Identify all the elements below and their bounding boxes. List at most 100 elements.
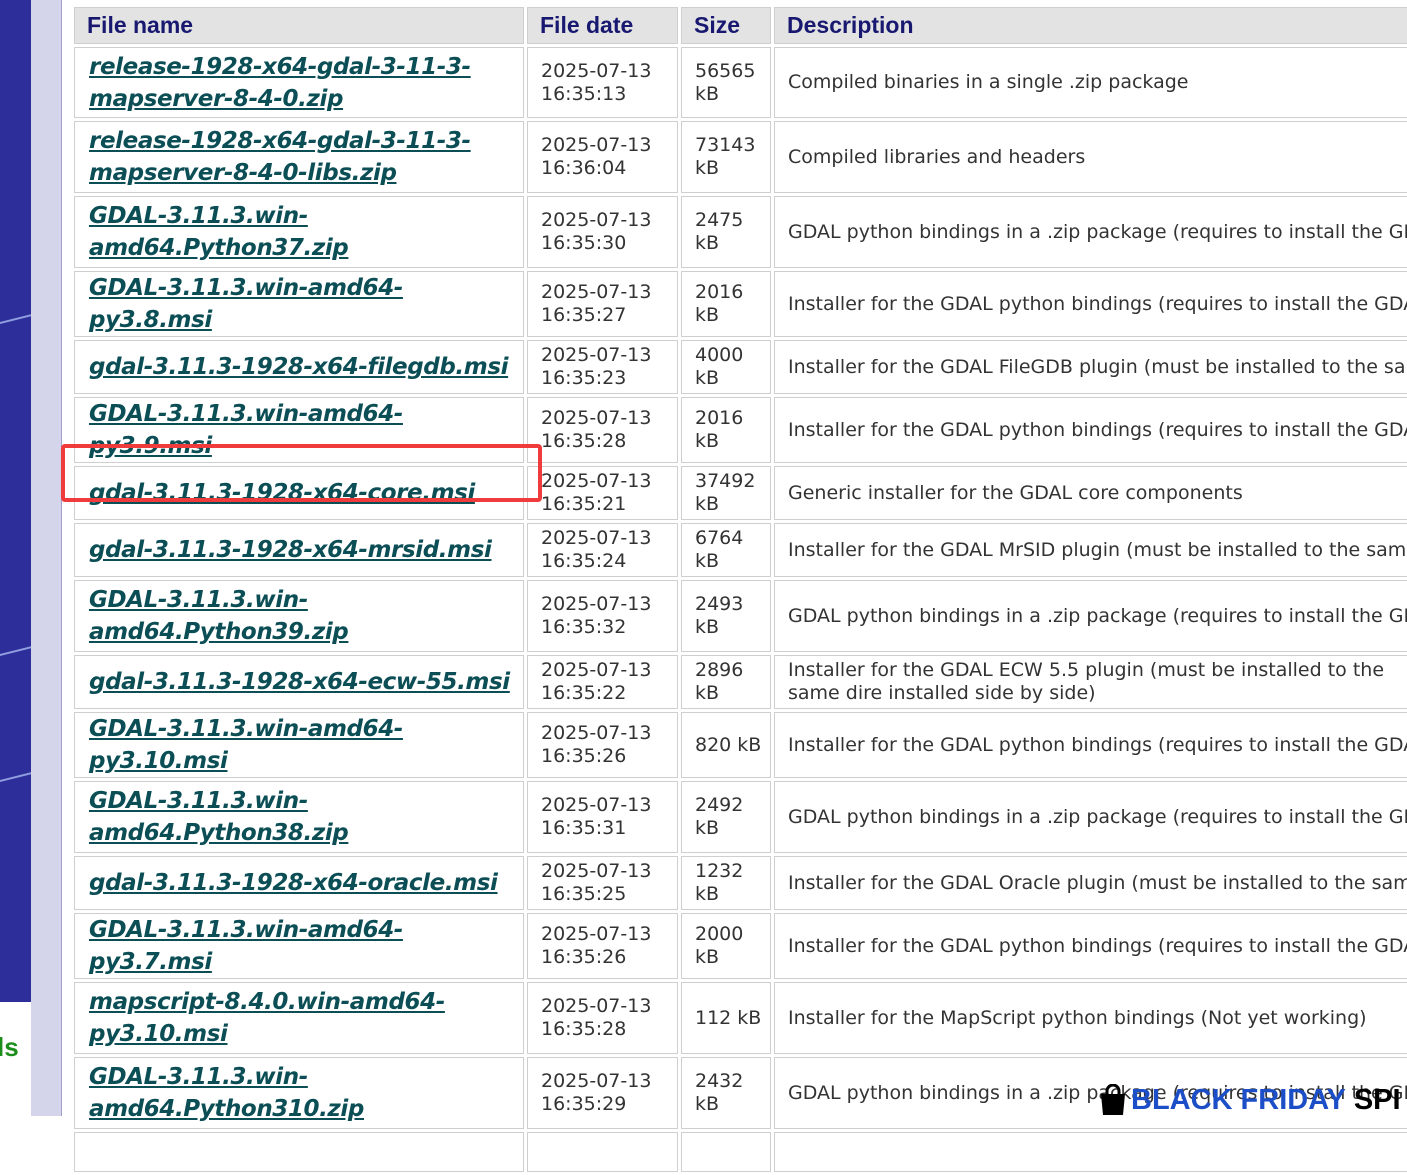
table-row: GDAL-3.11.3.win-amd64.Python39.zip 2025-0… xyxy=(74,580,1407,652)
file-size-cell: 2493 kB xyxy=(681,580,771,652)
left-sidebar-lower: ls xyxy=(0,1002,31,1116)
file-size-cell: 820 kB xyxy=(681,712,771,778)
file-date-cell: 2025-07-13 16:35:23 xyxy=(527,340,678,394)
file-download-link[interactable]: gdal-3.11.3-1928-x64-mrsid.msi xyxy=(89,534,523,566)
file-size-cell: 56565 kB xyxy=(681,47,771,118)
file-size-cell: 37492 kB xyxy=(681,466,771,520)
file-description-cell: GDAL python bindings in a .zip package (… xyxy=(774,196,1407,268)
table-row: gdal-3.11.3-1928-x64-ecw-55.msi 2025-07-1… xyxy=(74,655,1407,709)
file-date-cell: 2025-07-13 16:35:22 xyxy=(527,655,678,709)
file-name-cell: GDAL-3.11.3.win-amd64.Python37.zip xyxy=(74,196,524,268)
file-description-cell: Installer for the GDAL MrSID plugin (mus… xyxy=(774,523,1407,577)
file-description-cell: Installer for the MapScript python bindi… xyxy=(774,982,1407,1054)
file-download-link[interactable]: mapscript-8.4.0.win-amd64-py3.10.msi xyxy=(89,986,523,1050)
file-date-cell: 2025-07-13 16:35:29 xyxy=(527,1057,678,1129)
file-description-cell: Installer for the GDAL python bindings (… xyxy=(774,271,1407,337)
file-name-cell: mapscript-8.4.0.win-amd64-py3.10.msi xyxy=(74,982,524,1054)
file-date-cell: 2025-07-13 16:35:13 xyxy=(527,47,678,118)
file-name-cell: gdal-3.11.3-1928-x64-mrsid.msi xyxy=(74,523,524,577)
header-file-date[interactable]: File date xyxy=(527,7,678,44)
table-row: GDAL-3.11.3.win-amd64-py3.7.msi 2025-07-1… xyxy=(74,913,1407,979)
file-name-cell: gdal-3.11.3-1928-x64-core.msi xyxy=(74,466,524,520)
file-description-cell: Installer for the GDAL python bindings (… xyxy=(774,913,1407,979)
file-date-cell: 2025-07-13 16:35:28 xyxy=(527,397,678,463)
file-download-link[interactable]: GDAL-3.11.3.win-amd64.Python38.zip xyxy=(89,785,523,849)
header-file-name[interactable]: File name xyxy=(74,7,524,44)
shopping-bag-icon xyxy=(1099,1083,1127,1124)
file-download-link[interactable]: GDAL-3.11.3.win-amd64.Python310.zip xyxy=(89,1061,523,1125)
table-row: GDAL-3.11.3.win-amd64-py3.8.msi 2025-07-1… xyxy=(74,271,1407,337)
table-row: release-1928-x64-gdal-3-11-3-mapserver-8… xyxy=(74,121,1407,193)
file-date-cell: 2025-07-13 16:35:24 xyxy=(527,523,678,577)
file-name-cell: GDAL-3.11.3.win-amd64-py3.7.msi xyxy=(74,913,524,979)
file-description-cell: GDAL python bindings in a .zip package (… xyxy=(774,580,1407,652)
table-row: GDAL-3.11.3.win-amd64-py3.9.msi 2025-07-1… xyxy=(74,397,1407,463)
file-description-cell: Installer for the GDAL python bindings (… xyxy=(774,712,1407,778)
file-download-link[interactable]: gdal-3.11.3-1928-x64-ecw-55.msi xyxy=(89,666,523,698)
file-date-cell: 2025-07-13 16:35:26 xyxy=(527,913,678,979)
file-date-cell: 2025-07-13 16:35:31 xyxy=(527,781,678,853)
file-download-link[interactable]: gdal-3.11.3-1928-x64-core.msi xyxy=(89,477,523,509)
table-row: gdal-3.11.3-1928-x64-oracle.msi 2025-07-1… xyxy=(74,856,1407,910)
file-date-cell: 2025-07-13 16:35:21 xyxy=(527,466,678,520)
table-row: gdal-3.11.3-1928-x64-mrsid.msi 2025-07-13… xyxy=(74,523,1407,577)
file-download-link[interactable]: GDAL-3.11.3.win-amd64-py3.7.msi xyxy=(89,914,523,978)
file-description-cell: Installer for the GDAL Oracle plugin (mu… xyxy=(774,856,1407,910)
file-name-cell: GDAL-3.11.3.win-amd64.Python38.zip xyxy=(74,781,524,853)
file-date-cell: 2025-07-13 16:35:30 xyxy=(527,196,678,268)
file-size-cell: 2000 kB xyxy=(681,913,771,979)
file-name-cell: gdal-3.11.3-1928-x64-oracle.msi xyxy=(74,856,524,910)
file-download-link[interactable]: release-1928-x64-gdal-3-11-3-mapserver-8… xyxy=(89,51,523,115)
file-description-cell: GDAL python bindings in a .zip package (… xyxy=(774,781,1407,853)
table-row-empty xyxy=(74,1132,1407,1172)
file-name-cell: GDAL-3.11.3.win-amd64.Python310.zip xyxy=(74,1057,524,1129)
file-date-cell: 2025-07-13 16:36:04 xyxy=(527,121,678,193)
empty-cell xyxy=(527,1132,678,1172)
file-table: File name File date Size Description rel… xyxy=(71,4,1407,1175)
table-row: release-1928-x64-gdal-3-11-3-mapserver-8… xyxy=(74,47,1407,118)
file-description-cell: Installer for the GDAL FileGDB plugin (m… xyxy=(774,340,1407,394)
file-name-cell: GDAL-3.11.3.win-amd64-py3.10.msi xyxy=(74,712,524,778)
file-download-link[interactable]: GDAL-3.11.3.win-amd64-py3.9.msi xyxy=(89,398,523,462)
file-size-cell: 1232 kB xyxy=(681,856,771,910)
file-description-cell: Installer for the GDAL python bindings (… xyxy=(774,397,1407,463)
file-size-cell: 2475 kB xyxy=(681,196,771,268)
file-download-link[interactable]: gdal-3.11.3-1928-x64-filegdb.msi xyxy=(89,351,523,383)
file-size-cell: 6764 kB xyxy=(681,523,771,577)
table-row: gdal-3.11.3-1928-x64-filegdb.msi 2025-07-… xyxy=(74,340,1407,394)
file-date-cell: 2025-07-13 16:35:25 xyxy=(527,856,678,910)
table-row: gdal-3.11.3-1928-x64-core.msi 2025-07-13 … xyxy=(74,466,1407,520)
table-header-row: File name File date Size Description xyxy=(74,7,1407,44)
file-name-cell: GDAL-3.11.3.win-amd64-py3.9.msi xyxy=(74,397,524,463)
file-size-cell: 2016 kB xyxy=(681,397,771,463)
header-description[interactable]: Description xyxy=(774,7,1407,44)
file-name-cell: release-1928-x64-gdal-3-11-3-mapserver-8… xyxy=(74,121,524,193)
file-name-cell: gdal-3.11.3-1928-x64-filegdb.msi xyxy=(74,340,524,394)
banner-tail-text: SPI xyxy=(1353,1084,1401,1116)
file-download-link[interactable]: GDAL-3.11.3.win-amd64.Python37.zip xyxy=(89,200,523,264)
file-description-cell: Compiled binaries in a single .zip packa… xyxy=(774,47,1407,118)
file-size-cell: 2492 kB xyxy=(681,781,771,853)
file-size-cell: 4000 kB xyxy=(681,340,771,394)
file-date-cell: 2025-07-13 16:35:26 xyxy=(527,712,678,778)
file-description-cell: Compiled libraries and headers xyxy=(774,121,1407,193)
file-date-cell: 2025-07-13 16:35:27 xyxy=(527,271,678,337)
table-row: GDAL-3.11.3.win-amd64-py3.10.msi 2025-07-… xyxy=(74,712,1407,778)
sidebar-partial-text: ls xyxy=(0,1032,19,1062)
file-download-link[interactable]: GDAL-3.11.3.win-amd64-py3.10.msi xyxy=(89,713,523,777)
black-friday-banner[interactable]: BLACK FRIDAY SPI xyxy=(1099,1083,1401,1116)
file-download-link[interactable]: GDAL-3.11.3.win-amd64.Python39.zip xyxy=(89,584,523,648)
file-name-cell: GDAL-3.11.3.win-amd64-py3.8.msi xyxy=(74,271,524,337)
file-download-link[interactable]: release-1928-x64-gdal-3-11-3-mapserver-8… xyxy=(89,125,523,189)
file-download-link[interactable]: gdal-3.11.3-1928-x64-oracle.msi xyxy=(89,867,523,899)
file-name-cell: GDAL-3.11.3.win-amd64.Python39.zip xyxy=(74,580,524,652)
banner-text: BLACK FRIDAY xyxy=(1131,1084,1346,1116)
file-date-cell: 2025-07-13 16:35:28 xyxy=(527,982,678,1054)
header-size[interactable]: Size xyxy=(681,7,771,44)
file-size-cell: 112 kB xyxy=(681,982,771,1054)
empty-cell xyxy=(774,1132,1407,1172)
file-download-link[interactable]: GDAL-3.11.3.win-amd64-py3.8.msi xyxy=(89,272,523,336)
file-description-cell: Installer for the GDAL ECW 5.5 plugin (m… xyxy=(774,655,1407,709)
file-name-cell: release-1928-x64-gdal-3-11-3-mapserver-8… xyxy=(74,47,524,118)
table-row: GDAL-3.11.3.win-amd64.Python37.zip 2025-0… xyxy=(74,196,1407,268)
